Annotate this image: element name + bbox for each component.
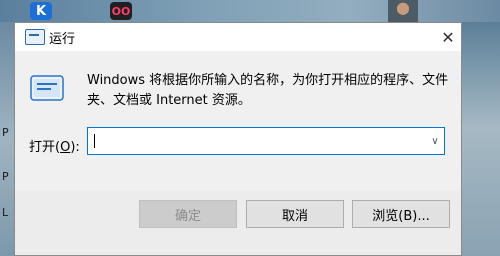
desktop-edge-letter: P [2, 170, 9, 183]
dialog-description: Windows 将根据你所输入的名称，为你打开相应的程序、文件夹、文档或 Int… [87, 73, 449, 108]
browse-button[interactable]: 浏览(B)... [352, 200, 450, 228]
window-title: 运行 [49, 32, 76, 47]
close-icon[interactable]: ✕ [437, 26, 459, 48]
open-field-label: 打开(O): [29, 136, 80, 155]
desktop-app-icon[interactable]: K [30, 2, 52, 20]
run-program-icon [30, 75, 64, 101]
chevron-down-icon[interactable]: ∨ [428, 132, 442, 150]
desktop-photo-icon[interactable] [388, 0, 418, 22]
desktop-edge-letter: L [2, 206, 9, 219]
desktop-right-edge [462, 22, 500, 256]
desktop-left-edge [0, 22, 14, 256]
open-combobox[interactable]: ∨ [87, 127, 445, 155]
open-label-prefix: 打开( [29, 140, 61, 155]
cancel-button[interactable]: 取消 [246, 200, 344, 228]
ok-button[interactable]: 确定 [139, 200, 237, 228]
desktop-top-strip [0, 0, 500, 22]
run-dialog: 运行 ✕ Windows 将根据你所输入的名称，为你打开相应的程序、文件夹、文档… [14, 22, 462, 256]
desktop-app-icon[interactable]: OO [110, 2, 132, 20]
open-label-suffix: ): [70, 140, 80, 155]
title-bar: 运行 ✕ [15, 23, 461, 51]
run-app-icon [25, 29, 45, 45]
desktop-edge-letter: P [2, 126, 9, 139]
open-label-accesskey: O [60, 140, 71, 155]
open-input[interactable] [88, 128, 418, 154]
